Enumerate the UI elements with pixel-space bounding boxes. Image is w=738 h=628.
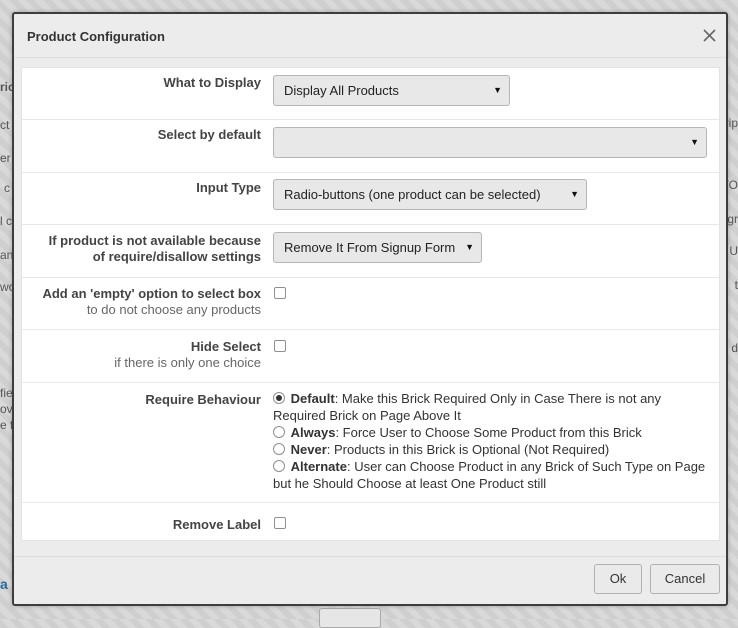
cancel-button[interactable]: Cancel [650,564,720,594]
radio-option-default: Default: Make this Brick Required Only i… [273,390,713,424]
bg-fragment: a [0,576,8,592]
empty-option-label-text: Add an 'empty' option to select box [42,286,261,301]
bg-fragment: c [4,181,10,195]
radio-never[interactable] [273,443,285,455]
bg-fragment: U [729,244,738,258]
config-form: What to Display Display All Products ▼ S… [21,67,720,541]
dropdown-arrow-icon: ▼ [493,85,502,95]
radio-alternate-name: Alternate [290,459,347,474]
radio-always-text: : Force User to Choose Some Product from… [335,425,642,440]
dialog-title: Product Configuration [27,29,165,44]
radio-never-text: : Products in this Brick is Optional (No… [326,442,610,457]
row-require-behaviour: Require Behaviour Default: Make this Bri… [22,383,719,503]
radio-always-name: Always [290,425,336,440]
dialog-footer: Ok Cancel [14,556,726,604]
empty-option-sublabel: to do not choose any products [86,302,261,317]
radio-always[interactable] [273,426,285,438]
radio-alternate[interactable] [273,460,285,472]
what-to-display-select[interactable]: Display All Products ▼ [273,75,510,106]
select-by-default-select[interactable]: ▼ [273,127,707,158]
hide-select-label: Hide Select if there is only one choice [22,339,261,371]
not-available-label-line2: of require/disallow settings [92,249,261,264]
not-available-label-line1: If product is not available because [48,233,261,248]
row-what-to-display: What to Display Display All Products ▼ [22,68,719,120]
bg-fragment: fie [0,386,13,400]
close-icon [702,28,716,42]
radio-option-alternate: Alternate: User can Choose Product in an… [273,458,713,492]
not-available-select[interactable]: Remove It From Signup Form ▼ [273,232,482,263]
row-remove-label: Remove Label [22,503,719,541]
hide-select-label-text: Hide Select [190,339,261,354]
radio-never-name: Never [290,442,327,457]
bg-fragment: ct [0,118,10,132]
select-by-default-label: Select by default [157,127,261,142]
background-button [319,608,381,628]
bg-fragment: gr [727,212,738,226]
hide-select-checkbox[interactable] [274,340,286,352]
require-behaviour-radio-group: Default: Make this Brick Required Only i… [273,390,713,492]
remove-label-checkbox[interactable] [274,517,286,529]
not-available-label: If product is not available because of r… [22,233,261,265]
radio-option-always: Always: Force User to Choose Some Produc… [273,424,713,441]
dropdown-arrow-icon: ▼ [570,189,579,199]
close-button[interactable] [700,26,718,44]
row-empty-option: Add an 'empty' option to select box to d… [22,278,719,330]
radio-option-never: Never: Products in this Brick is Optiona… [273,441,713,458]
bg-fragment: er [0,151,11,165]
dropdown-arrow-icon: ▼ [465,242,474,252]
input-type-label: Input Type [196,180,261,195]
empty-option-checkbox[interactable] [274,287,286,299]
row-hide-select: Hide Select if there is only one choice [22,330,719,383]
ok-button[interactable]: Ok [594,564,642,594]
product-configuration-dialog: Product Configuration What to Display Di… [12,12,728,606]
hide-select-sublabel: if there is only one choice [114,355,261,370]
dropdown-arrow-icon: ▼ [690,137,699,147]
bg-fragment: l c [0,214,12,228]
what-to-display-value: Display All Products [284,83,399,98]
dialog-header: Product Configuration [14,14,726,58]
remove-label-label: Remove Label [172,517,261,532]
what-to-display-label: What to Display [163,75,261,90]
radio-default[interactable] [273,392,285,404]
radio-default-name: Default [290,391,335,406]
row-input-type: Input Type Radio-buttons (one product ca… [22,173,719,225]
row-select-by-default: Select by default ▼ [22,120,719,173]
bg-fragment: t [734,278,738,292]
bg-fragment: d [731,341,738,355]
input-type-value: Radio-buttons (one product can be select… [284,187,541,202]
input-type-select[interactable]: Radio-buttons (one product can be select… [273,179,587,210]
not-available-value: Remove It From Signup Form [284,240,456,255]
row-not-available: If product is not available because of r… [22,225,719,278]
require-behaviour-label: Require Behaviour [145,392,261,407]
empty-option-label: Add an 'empty' option to select box to d… [22,286,261,318]
